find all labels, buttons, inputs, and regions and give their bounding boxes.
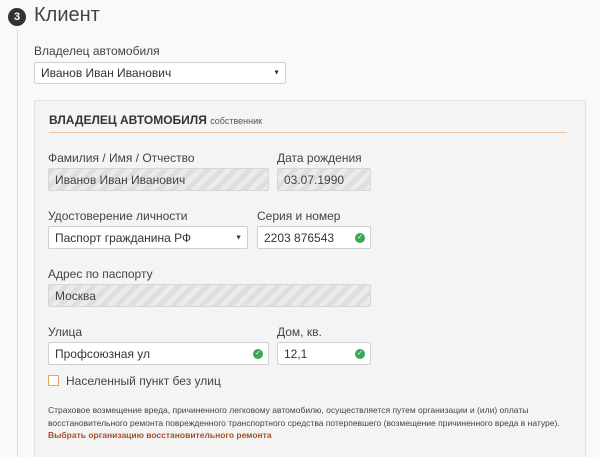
series-value: 2203 876543 bbox=[264, 230, 335, 245]
caret-down-icon: ▼ bbox=[273, 69, 280, 77]
id-doc-value: Паспорт гражданина РФ bbox=[55, 230, 192, 245]
choose-repair-org-link[interactable]: Выбрать организацию восстановительного р… bbox=[48, 430, 272, 440]
owner-select-value: Иванов Иван Иванович bbox=[41, 66, 172, 80]
id-doc-select[interactable]: Паспорт гражданина РФ ▼ bbox=[48, 226, 248, 249]
address-field: Москва bbox=[48, 284, 371, 307]
house-label: Дом, кв. bbox=[277, 325, 322, 339]
street-value: Профсоюзная ул bbox=[55, 346, 151, 361]
address-value: Москва bbox=[55, 288, 96, 303]
owner-select-label: Владелец автомобиля bbox=[34, 44, 160, 58]
house-input[interactable]: 12,1 ✓ bbox=[277, 342, 371, 365]
street-input[interactable]: Профсоюзная ул ✓ bbox=[48, 342, 269, 365]
insurance-note-text: Страховое возмещение вреда, причиненного… bbox=[48, 405, 560, 428]
no-streets-label[interactable]: Населенный пункт без улиц bbox=[66, 374, 221, 388]
series-label: Серия и номер bbox=[257, 209, 341, 223]
panel-heading-rule bbox=[49, 132, 567, 133]
panel-heading-sub: собственник bbox=[210, 116, 263, 126]
id-doc-label: Удостоверение личности bbox=[48, 209, 188, 223]
address-label: Адрес по паспорту bbox=[48, 267, 153, 281]
street-label: Улица bbox=[48, 325, 83, 339]
fio-label: Фамилия / Имя / Отчество bbox=[48, 151, 195, 165]
caret-down-icon: ▼ bbox=[235, 234, 242, 241]
check-circle-icon: ✓ bbox=[355, 232, 365, 243]
insurance-note: Страховое возмещение вреда, причиненного… bbox=[48, 404, 568, 442]
birth-label: Дата рождения bbox=[277, 151, 362, 165]
panel-heading: ВЛАДЕЛЕЦ АВТОМОБИЛЯ собственник bbox=[49, 113, 262, 127]
house-value: 12,1 bbox=[284, 346, 308, 361]
check-circle-icon: ✓ bbox=[355, 348, 365, 359]
section-divider bbox=[17, 30, 18, 457]
section-title: Клиент bbox=[34, 4, 100, 26]
fio-field: Иванов Иван Иванович bbox=[48, 168, 269, 191]
check-circle-icon: ✓ bbox=[253, 348, 263, 359]
fio-value: Иванов Иван Иванович bbox=[55, 172, 186, 187]
no-streets-checkbox[interactable] bbox=[48, 375, 59, 386]
series-input[interactable]: 2203 876543 ✓ bbox=[257, 226, 371, 249]
step-number-badge: 3 bbox=[8, 8, 26, 26]
birth-value: 03.07.1990 bbox=[284, 172, 345, 187]
birth-field: 03.07.1990 bbox=[277, 168, 371, 191]
owner-select[interactable]: Иванов Иван Иванович ▼ bbox=[34, 62, 286, 84]
panel-heading-title: ВЛАДЕЛЕЦ АВТОМОБИЛЯ bbox=[49, 113, 207, 127]
